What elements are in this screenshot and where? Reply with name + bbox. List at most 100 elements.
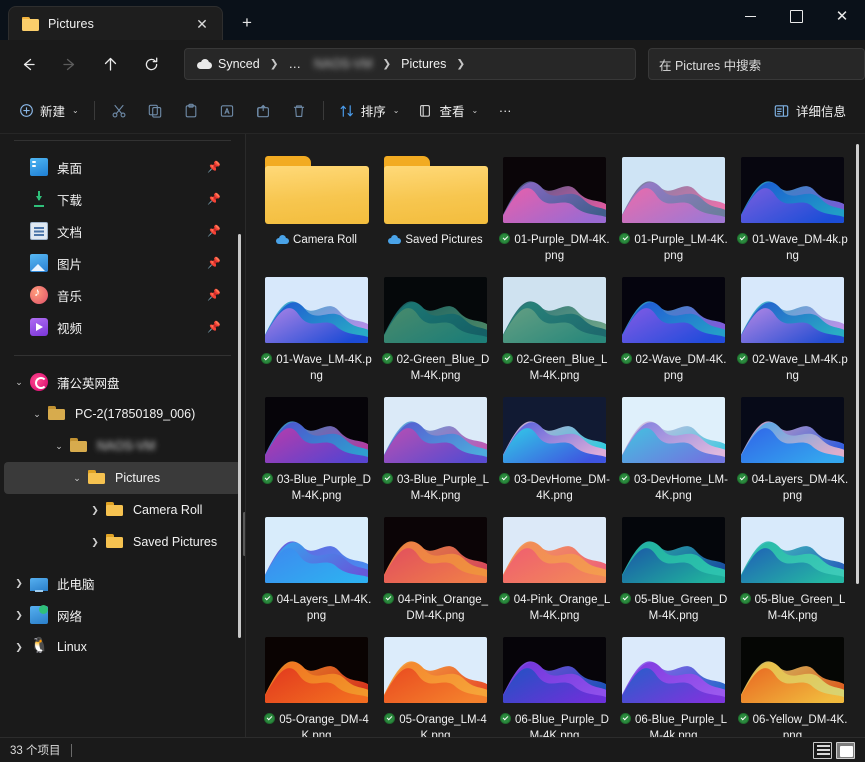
file-item[interactable]: 01-Wave_LM-4K.png xyxy=(258,268,375,388)
file-item[interactable]: 05-Orange_DM-4K.png xyxy=(258,628,375,737)
rename-button[interactable] xyxy=(209,96,245,126)
synced-check-icon xyxy=(261,593,273,604)
file-item[interactable]: 03-DevHome_DM-4K.png xyxy=(496,388,613,508)
chevron-right-icon[interactable]: ❯ xyxy=(8,599,30,631)
sort-button[interactable]: 排序 ⌄ xyxy=(330,96,409,126)
sidebar-item-videos[interactable]: 视频 📌 xyxy=(4,311,241,343)
pin-icon[interactable]: 📌 xyxy=(207,289,221,302)
chevron-down-icon[interactable]: ⌄ xyxy=(66,462,88,494)
breadcrumb-label: Synced xyxy=(218,57,260,71)
breadcrumb-item-pictures[interactable]: Pictures xyxy=(395,52,452,76)
file-item[interactable]: 05-Blue_Green_DM-4K.png xyxy=(615,508,732,628)
thumbnail-wrapper xyxy=(384,634,487,706)
file-item[interactable]: 03-Blue_Purple_LM-4K.png xyxy=(377,388,494,508)
file-item[interactable]: 06-Blue_Purple_DM-4K.png xyxy=(496,628,613,737)
file-item[interactable]: 06-Blue_Purple_LM-4k.png xyxy=(615,628,732,737)
chevron-right-icon[interactable]: ❯ xyxy=(84,494,106,526)
sidebar-item-saved-pictures[interactable]: ❯ Saved Pictures xyxy=(4,526,241,558)
breadcrumb[interactable]: Synced ❯ … NAOS-VM ❯ Pictures ❯ xyxy=(184,48,636,80)
sidebar-scrollbar[interactable] xyxy=(238,234,241,638)
thumbnail-wrapper xyxy=(503,154,606,226)
file-list-scrollbar[interactable] xyxy=(856,144,859,584)
music-icon xyxy=(30,285,48,304)
sidebar-item-pictures-tree[interactable]: ⌄ Pictures xyxy=(4,462,241,494)
file-item[interactable]: 04-Layers_DM-4K.png xyxy=(734,388,851,508)
file-item[interactable]: 01-Purple_LM-4K.png xyxy=(615,148,732,268)
forward-icon[interactable] xyxy=(52,47,86,81)
chevron-right-icon[interactable]: ❯ xyxy=(84,526,106,558)
new-tab-button[interactable]: + xyxy=(231,7,263,39)
breadcrumb-item-synced[interactable]: Synced xyxy=(191,52,266,76)
file-item[interactable]: 04-Pink_Orange_LM-4K.png xyxy=(496,508,613,628)
file-item[interactable]: 05-Orange_LM-4K.png xyxy=(377,628,494,737)
chevron-down-icon[interactable]: ⌄ xyxy=(48,430,70,462)
sidebar-item-pc2[interactable]: ⌄ PC-2(17850189_006) xyxy=(4,398,241,430)
paste-button[interactable] xyxy=(173,96,209,126)
sidebar-item-music[interactable]: 音乐 📌 xyxy=(4,279,241,311)
sidebar-item-pictures[interactable]: 图片 📌 xyxy=(4,247,241,279)
back-icon[interactable] xyxy=(11,47,45,81)
sidebar-item-documents[interactable]: 文档 📌 xyxy=(4,215,241,247)
up-icon[interactable] xyxy=(93,47,127,81)
tab-pictures[interactable]: Pictures ✕ xyxy=(8,6,223,40)
details-view-button[interactable] xyxy=(813,741,832,759)
item-count-label: 33 个项目 xyxy=(10,745,61,757)
file-item[interactable]: 05-Blue_Green_LM-4K.png xyxy=(734,508,851,628)
file-item[interactable]: 02-Green_Blue_DM-4K.png xyxy=(377,268,494,388)
pin-icon[interactable]: 📌 xyxy=(207,257,221,270)
minimize-button[interactable] xyxy=(727,0,773,32)
chevron-right-icon[interactable]: ❯ xyxy=(8,567,30,599)
synced-check-icon xyxy=(737,233,749,244)
copy-button[interactable] xyxy=(137,96,173,126)
file-item[interactable]: 04-Pink_Orange_DM-4K.png xyxy=(377,508,494,628)
pin-icon[interactable]: 📌 xyxy=(207,225,221,238)
sidebar-item-downloads[interactable]: 下载 📌 xyxy=(4,183,241,215)
folder-item[interactable]: Saved Pictures xyxy=(377,148,494,268)
file-item[interactable]: 02-Wave_LM-4K.png xyxy=(734,268,851,388)
chevron-right-icon[interactable]: ❯ xyxy=(8,631,30,663)
sidebar-item-desktop[interactable]: 桌面 📌 xyxy=(4,151,241,183)
file-item[interactable]: 01-Wave_DM-4k.png xyxy=(734,148,851,268)
view-button[interactable]: 查看 ⌄ xyxy=(408,96,487,126)
file-name: 04-Layers_LM-4K.png xyxy=(276,594,372,622)
search-input[interactable]: 在 Pictures 中搜索 xyxy=(648,48,865,80)
pin-icon[interactable]: 📌 xyxy=(207,321,221,334)
more-options-button[interactable]: ··· xyxy=(487,96,523,126)
large-icons-view-button[interactable] xyxy=(836,741,855,759)
file-item[interactable]: 02-Wave_DM-4K.png xyxy=(615,268,732,388)
chevron-right-icon: ❯ xyxy=(382,58,392,70)
maximize-button[interactable] xyxy=(773,0,819,32)
chevron-down-icon[interactable]: ⌄ xyxy=(26,398,48,430)
file-item[interactable]: 03-Blue_Purple_DM-4K.png xyxy=(258,388,375,508)
cut-button[interactable] xyxy=(101,96,137,126)
file-item[interactable]: 06-Yellow_DM-4K.png xyxy=(734,628,851,737)
file-list-pane[interactable]: Camera Roll Saved Pictures 01-Purple_DM-4K… xyxy=(246,134,865,737)
sidebar-item-cloud-drive[interactable]: ⌄ 蒲公英网盘 xyxy=(4,366,241,398)
pin-icon[interactable]: 📌 xyxy=(207,193,221,206)
synced-check-icon xyxy=(619,713,631,724)
pin-icon[interactable]: 📌 xyxy=(207,161,221,174)
folder-item[interactable]: Camera Roll xyxy=(258,148,375,268)
file-item[interactable]: 03-DevHome_LM-4K.png xyxy=(615,388,732,508)
sidebar-item-vm[interactable]: ⌄ NAOS-VM xyxy=(4,430,241,462)
details-pane-button[interactable]: 详细信息 xyxy=(764,96,855,126)
refresh-icon[interactable] xyxy=(134,47,168,81)
new-button[interactable]: 新建 ⌄ xyxy=(10,96,88,126)
sidebar-item-network[interactable]: ❯ 网络 xyxy=(4,599,241,631)
file-name: 01-Wave_LM-4K.png xyxy=(276,354,372,382)
close-icon[interactable]: ✕ xyxy=(190,12,214,36)
image-thumbnail xyxy=(384,397,487,463)
file-label: 01-Purple_LM-4K.png xyxy=(618,232,730,264)
breadcrumb-overflow[interactable]: … xyxy=(283,52,308,76)
delete-button[interactable] xyxy=(281,96,317,126)
sidebar-item-camera-roll[interactable]: ❯ Camera Roll xyxy=(4,494,241,526)
file-item[interactable]: 01-Purple_DM-4K.png xyxy=(496,148,613,268)
sidebar-item-this-pc[interactable]: ❯ 此电脑 xyxy=(4,567,241,599)
chevron-down-icon[interactable]: ⌄ xyxy=(8,366,30,398)
share-button[interactable] xyxy=(245,96,281,126)
file-item[interactable]: 04-Layers_LM-4K.png xyxy=(258,508,375,628)
sidebar-item-linux[interactable]: ❯ Linux xyxy=(4,631,241,663)
breadcrumb-item-vm[interactable]: NAOS-VM xyxy=(308,52,378,76)
close-window-button[interactable]: ✕ xyxy=(819,0,865,32)
file-item[interactable]: 02-Green_Blue_LM-4K.png xyxy=(496,268,613,388)
